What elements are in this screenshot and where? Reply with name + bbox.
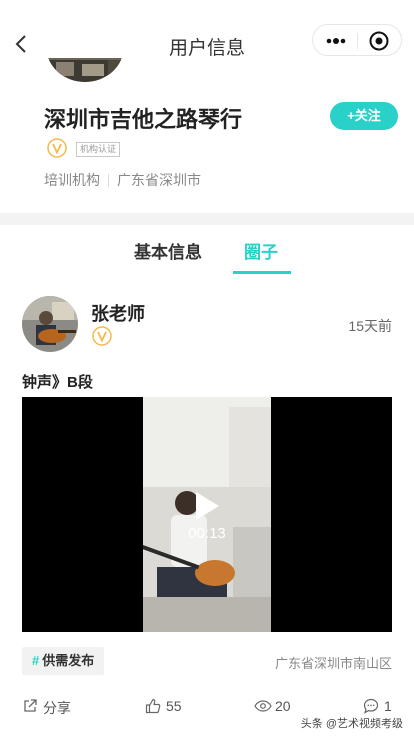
thumbs-up-icon bbox=[145, 698, 161, 714]
tab-active-indicator bbox=[233, 271, 291, 274]
more-dots-icon[interactable] bbox=[321, 31, 351, 51]
like-count: 55 bbox=[166, 698, 182, 714]
shop-name: 深圳市吉他之路琴行 bbox=[44, 107, 243, 132]
topic-label: 供需发布 bbox=[42, 653, 95, 668]
post-timestamp: 15天前 bbox=[348, 318, 392, 334]
meta-divider bbox=[108, 174, 109, 187]
comment-count: 1 bbox=[384, 698, 392, 714]
video-player[interactable]: 00:13 bbox=[22, 397, 392, 632]
v-badge-icon bbox=[92, 326, 112, 346]
tab-basic-info[interactable]: 基本信息 bbox=[134, 238, 202, 263]
topic-hash: # bbox=[32, 653, 40, 668]
author-name[interactable]: 张老师 bbox=[91, 300, 145, 326]
capsule-divider bbox=[357, 33, 358, 49]
mini-program-capsule bbox=[312, 24, 402, 56]
shop-region: 广东省深圳市 bbox=[117, 172, 201, 188]
topic-tag[interactable]: # 供需发布 bbox=[22, 647, 105, 675]
share-icon bbox=[24, 699, 37, 712]
video-duration: 00:13 bbox=[188, 525, 226, 542]
comment-icon bbox=[363, 698, 379, 714]
post-location: 广东省深圳市南山区 bbox=[274, 656, 392, 671]
cert-badge: 机构认证 bbox=[76, 142, 121, 157]
author-avatar[interactable] bbox=[22, 296, 78, 352]
follow-button[interactable]: +关注 bbox=[330, 102, 398, 130]
section-divider bbox=[0, 213, 414, 225]
share-label: 分享 bbox=[43, 700, 71, 716]
v-badge-icon bbox=[47, 138, 67, 158]
tab-circle[interactable]: 圈子 bbox=[244, 238, 278, 263]
watermark: 头条 @艺术视频考级 bbox=[297, 714, 406, 732]
tab-bar: 基本信息 圈子 bbox=[0, 238, 414, 274]
target-circle-icon[interactable] bbox=[368, 30, 390, 52]
play-icon[interactable] bbox=[194, 491, 220, 521]
view-count: 20 bbox=[275, 698, 291, 714]
shop-meta: 培训机构 广东省深圳市 bbox=[44, 170, 201, 190]
shop-category: 培训机构 bbox=[44, 172, 100, 188]
post-title[interactable]: 钟声》B段 bbox=[22, 371, 93, 392]
eye-icon bbox=[254, 700, 272, 712]
